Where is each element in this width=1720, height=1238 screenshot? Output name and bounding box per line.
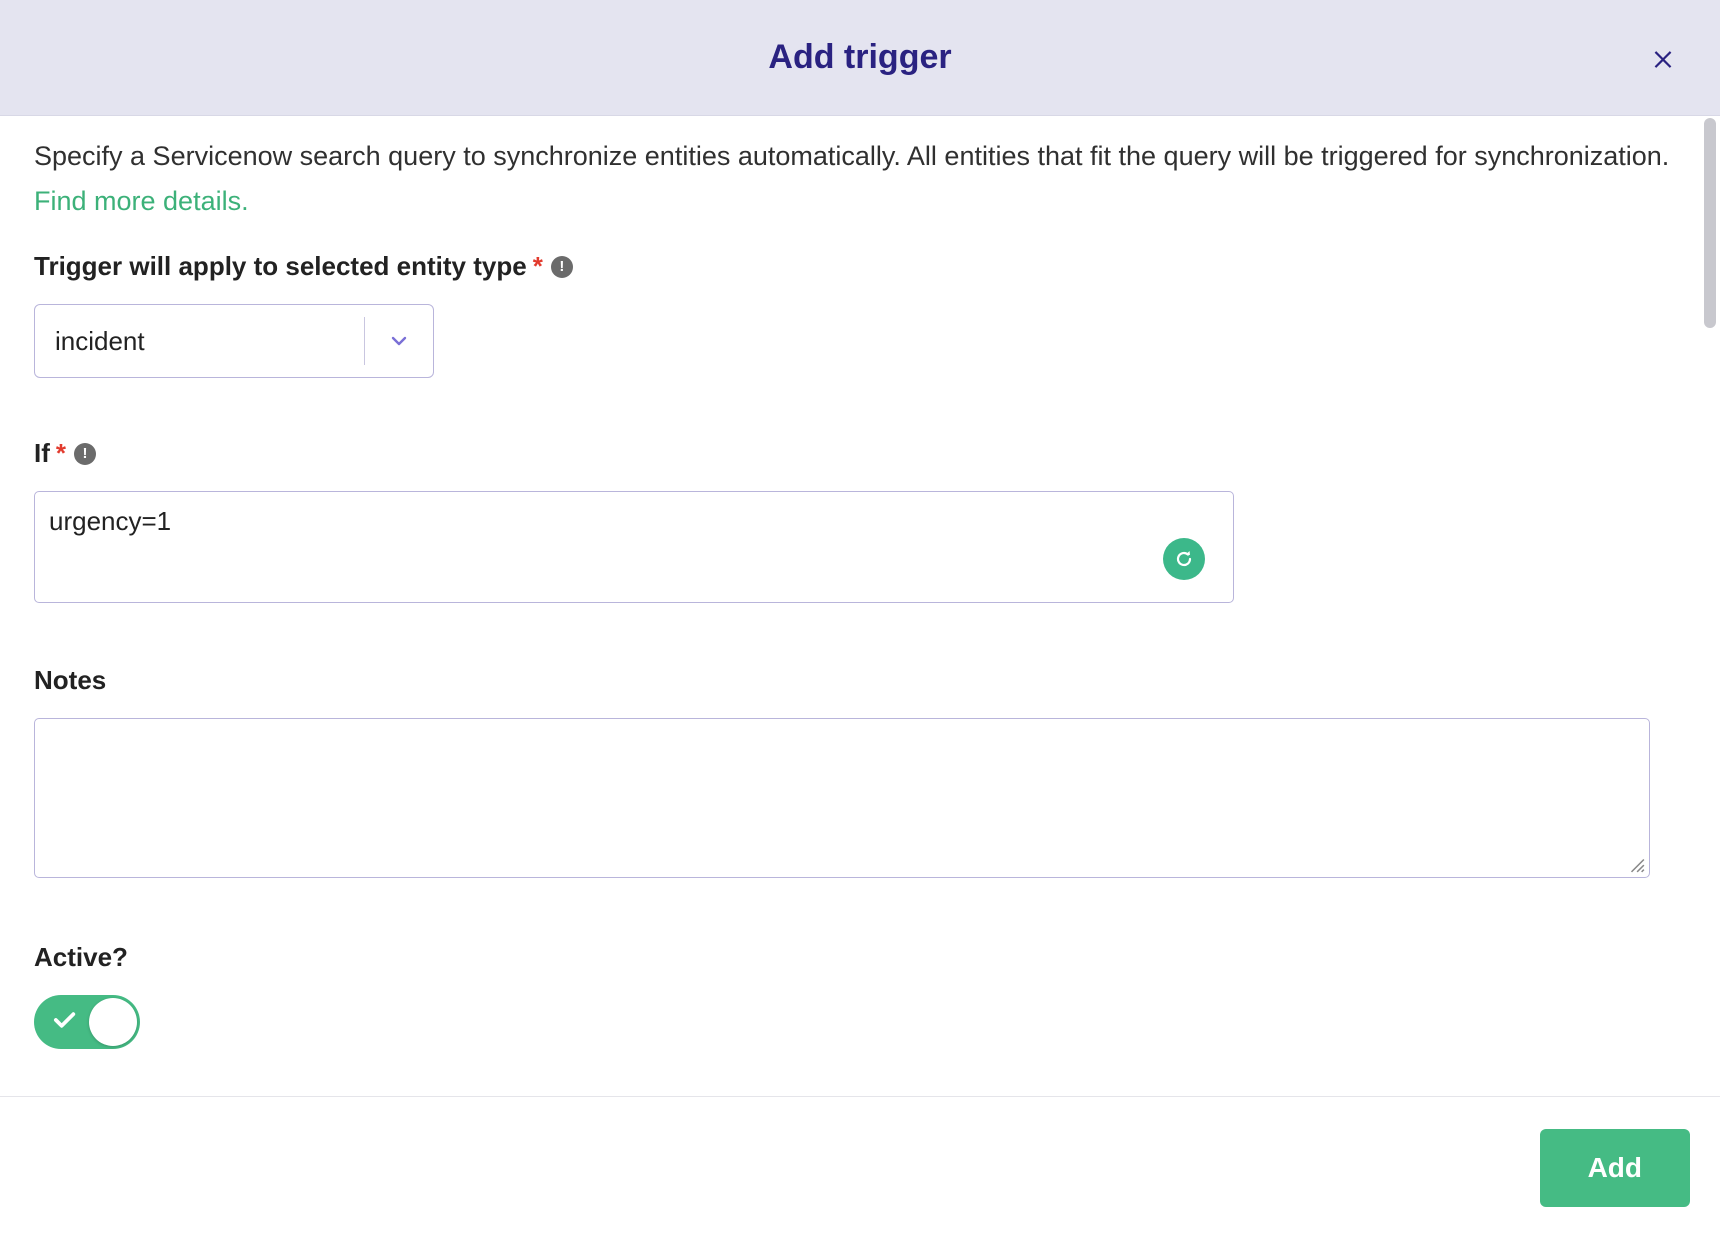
grammarly-icon <box>1172 547 1196 571</box>
toggle-knob <box>89 998 137 1046</box>
active-label: Active? <box>34 942 1686 973</box>
modal-title: Add trigger <box>768 38 951 77</box>
notes-input[interactable] <box>35 719 1649 877</box>
description-text-main: Specify a Servicenow search query to syn… <box>34 141 1669 171</box>
close-icon <box>1650 45 1676 71</box>
resize-handle[interactable] <box>1627 855 1645 873</box>
if-label-text: If <box>34 438 50 469</box>
notes-label-text: Notes <box>34 665 106 696</box>
notes-input-container <box>34 718 1650 878</box>
entity-type-label: Trigger will apply to selected entity ty… <box>34 251 1686 282</box>
notes-label: Notes <box>34 665 1686 696</box>
resize-icon <box>1627 855 1645 873</box>
help-icon[interactable]: ! <box>551 256 573 278</box>
entity-type-select[interactable]: incident <box>34 304 434 378</box>
check-icon <box>50 1006 78 1034</box>
scrollbar-thumb[interactable] <box>1704 118 1716 328</box>
active-toggle[interactable] <box>34 995 140 1049</box>
required-marker: * <box>56 438 66 469</box>
select-caret <box>365 305 433 377</box>
toggle-check <box>50 1006 78 1039</box>
active-label-text: Active? <box>34 942 128 973</box>
modal-footer: Add <box>0 1096 1720 1238</box>
add-trigger-modal: Add trigger Specify a Servicenow search … <box>0 0 1720 1238</box>
help-icon[interactable]: ! <box>74 443 96 465</box>
entity-type-label-text: Trigger will apply to selected entity ty… <box>34 251 527 282</box>
entity-type-value: incident <box>35 305 364 377</box>
scrollbar[interactable] <box>1702 118 1718 1096</box>
description-text: Specify a Servicenow search query to syn… <box>34 134 1686 223</box>
if-input[interactable] <box>35 492 1233 602</box>
add-button[interactable]: Add <box>1540 1129 1690 1207</box>
if-input-container <box>34 491 1234 603</box>
if-label: If* ! <box>34 438 1686 469</box>
close-button[interactable] <box>1650 45 1676 71</box>
required-marker: * <box>533 251 543 282</box>
modal-header: Add trigger <box>0 0 1720 116</box>
modal-body: Specify a Servicenow search query to syn… <box>0 116 1720 1096</box>
chevron-down-icon <box>387 329 411 353</box>
find-more-details-link[interactable]: Find more details. <box>34 186 249 216</box>
grammarly-badge[interactable] <box>1163 538 1205 580</box>
